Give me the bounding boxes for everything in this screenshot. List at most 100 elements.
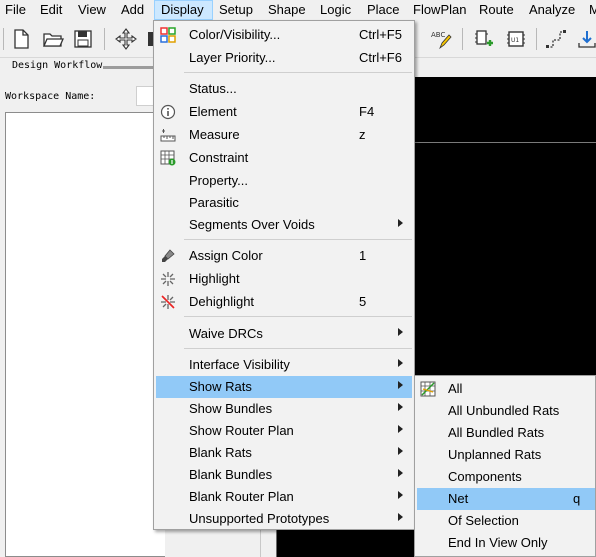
toolbar-separator <box>104 28 105 50</box>
partial-toolbar-icon[interactable] <box>145 26 153 52</box>
menu-item-property[interactable]: Property... <box>156 170 412 192</box>
menu-item-label: Segments Over Voids <box>189 217 315 232</box>
dehighlight-icon <box>161 295 175 309</box>
menu-file[interactable]: File <box>5 2 26 18</box>
menu-flowplan[interactable]: FlowPlan <box>413 2 466 18</box>
submenu-item-label: All <box>448 381 463 396</box>
spellcheck-icon[interactable]: ABC <box>428 26 454 52</box>
menu-item-element[interactable]: Element F4 <box>156 101 412 123</box>
menu-item-interface-visibility[interactable]: Interface Visibility <box>156 354 412 376</box>
menu-item-show-router-plan[interactable]: Show Router Plan <box>156 420 412 442</box>
menu-item-blank-rats[interactable]: Blank Rats <box>156 442 412 464</box>
menu-item-segments-over-voids[interactable]: Segments Over Voids <box>156 214 412 236</box>
submenu-item-label: Components <box>448 469 522 484</box>
menu-edit[interactable]: Edit <box>40 2 62 18</box>
submenu-item-of-selection[interactable]: Of Selection <box>417 510 595 532</box>
menu-route[interactable]: Route <box>479 2 514 18</box>
measure-icon <box>160 129 176 142</box>
move-icon[interactable] <box>113 26 139 52</box>
save-icon[interactable] <box>70 26 96 52</box>
submenu-item-components[interactable]: Components <box>417 466 595 488</box>
menu-place[interactable]: Place <box>367 2 400 18</box>
menu-separator <box>184 72 412 73</box>
menu-item-color-visibility[interactable]: Color/Visibility... Ctrl+F5 <box>156 24 412 46</box>
submenu-item-shortcut: q <box>573 491 581 506</box>
menu-item-parasitic[interactable]: Parasitic <box>156 192 412 214</box>
menu-item-label: Highlight <box>189 271 240 286</box>
info-icon <box>160 104 176 120</box>
workspace-name-label: Workspace Name: <box>5 91 96 102</box>
submenu-arrow-icon <box>398 403 403 411</box>
menu-item-label: Blank Bundles <box>189 467 273 482</box>
menu-logic[interactable]: Logic <box>320 2 351 18</box>
menu-item-status[interactable]: Status... <box>156 78 412 100</box>
menu-setup[interactable]: Setup <box>219 2 253 18</box>
paint-brush-icon <box>162 249 175 262</box>
spell-label: ABC <box>431 31 445 39</box>
constraint-icon <box>160 150 176 166</box>
menu-item-show-bundles[interactable]: Show Bundles <box>156 398 412 420</box>
submenu-arrow-icon <box>398 491 403 499</box>
workflow-header: Design Workflow <box>0 58 163 76</box>
workflow-title: Design Workflow <box>12 60 103 71</box>
download-icon[interactable] <box>574 26 596 52</box>
new-file-icon[interactable] <box>8 26 34 52</box>
toolbar-separator <box>3 28 4 50</box>
menu-item-label: Status... <box>189 81 237 96</box>
toolbar-separator <box>462 28 463 50</box>
menu-item-assign-color[interactable]: Assign Color 1 <box>156 245 412 267</box>
menu-item-label: Blank Router Plan <box>189 489 294 504</box>
submenu-item-all-unbundled-rats[interactable]: All Unbundled Rats <box>417 400 595 422</box>
menu-item-label: Parasitic <box>189 195 239 210</box>
canvas-divider <box>412 142 596 143</box>
menu-shape[interactable]: Shape <box>268 2 306 18</box>
menu-item-label: Unsupported Prototypes <box>189 511 330 526</box>
submenu-arrow-icon <box>398 381 403 389</box>
menu-item-show-rats[interactable]: Show Rats <box>156 376 412 398</box>
menu-display[interactable]: Display <box>154 0 213 20</box>
menu-item-shortcut: Ctrl+F5 <box>359 27 402 42</box>
menu-item-shortcut: Ctrl+F6 <box>359 50 402 65</box>
submenu-item-label: End In View Only <box>448 535 548 550</box>
menu-item-constraint[interactable]: Constraint <box>156 147 412 169</box>
submenu-arrow-icon <box>398 359 403 367</box>
submenu-item-net[interactable]: Net q <box>417 488 595 510</box>
submenu-item-unplanned-rats[interactable]: Unplanned Rats <box>417 444 595 466</box>
menu-item-layer-priority[interactable]: Layer Priority... Ctrl+F6 <box>156 47 412 69</box>
menu-more[interactable]: M <box>589 2 596 18</box>
menu-item-waive-drcs[interactable]: Waive DRCs <box>156 323 412 345</box>
submenu-item-label: Of Selection <box>448 513 519 528</box>
menu-view[interactable]: View <box>78 2 106 18</box>
menu-item-label: Assign Color <box>189 248 263 263</box>
menu-analyze[interactable]: Analyze <box>529 2 575 18</box>
workspace-list[interactable] <box>5 112 165 557</box>
menu-item-blank-bundles[interactable]: Blank Bundles <box>156 464 412 486</box>
menu-separator <box>184 348 412 349</box>
menu-item-blank-router-plan[interactable]: Blank Router Plan <box>156 486 412 508</box>
chip-icon[interactable]: U1 <box>503 26 529 52</box>
menu-item-highlight[interactable]: Highlight <box>156 268 412 290</box>
add-component-icon[interactable] <box>470 26 496 52</box>
color-visibility-icon <box>160 27 176 43</box>
menu-item-label: Layer Priority... <box>189 50 276 65</box>
menu-item-measure[interactable]: Measure z <box>156 124 412 146</box>
submenu-item-label: All Unbundled Rats <box>448 403 560 418</box>
menu-separator <box>184 239 412 240</box>
menu-item-label: Interface Visibility <box>189 357 290 372</box>
menu-item-label: Blank Rats <box>189 445 252 460</box>
submenu-item-end-in-view-only[interactable]: End In View Only <box>417 532 595 554</box>
highlight-icon <box>161 272 175 286</box>
menu-item-dehighlight[interactable]: Dehighlight 5 <box>156 291 412 313</box>
menu-item-label: Waive DRCs <box>189 326 263 341</box>
submenu-arrow-icon <box>398 469 403 477</box>
submenu-item-label: Unplanned Rats <box>448 447 542 462</box>
route-icon[interactable] <box>543 26 569 52</box>
menu-add[interactable]: Add <box>121 2 144 18</box>
menu-item-shortcut: 5 <box>359 294 367 309</box>
submenu-item-label: Net <box>448 491 469 506</box>
menu-item-shortcut: z <box>359 127 366 142</box>
menu-item-unsupported-prototypes[interactable]: Unsupported Prototypes <box>156 508 412 530</box>
submenu-item-all[interactable]: All <box>417 378 595 400</box>
open-folder-icon[interactable] <box>40 26 66 52</box>
submenu-item-all-bundled-rats[interactable]: All Bundled Rats <box>417 422 595 444</box>
